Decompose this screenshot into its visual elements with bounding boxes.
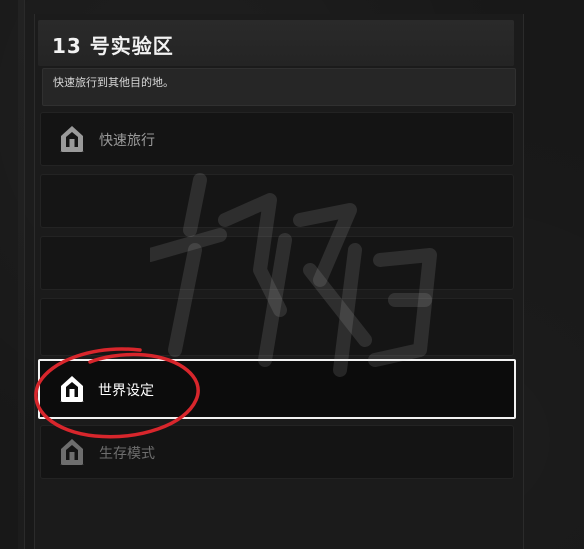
menu-item-empty: [40, 236, 514, 290]
menu-item-fast-travel[interactable]: 快速旅行: [40, 112, 514, 166]
menu-item-survival-mode[interactable]: 生存模式: [40, 425, 514, 479]
location-title: 13 号实验区: [52, 34, 174, 58]
base-tower-icon: [60, 439, 84, 465]
menu-item-label: 世界设定: [98, 383, 154, 399]
description-bar: 快速旅行到其他目的地。: [42, 68, 516, 106]
menu-item-label: 快速旅行: [99, 133, 155, 149]
description-text: 快速旅行到其他目的地。: [53, 76, 174, 89]
menu-item-label: 生存模式: [99, 446, 155, 462]
menu-item-empty: [40, 298, 514, 356]
menu-item-empty: [40, 174, 514, 228]
menu-item-world-settings[interactable]: 世界设定: [38, 359, 516, 419]
base-tower-icon: [60, 376, 84, 402]
location-header: 13 号实验区: [38, 20, 514, 66]
left-rail: [18, 0, 25, 549]
base-tower-icon: [60, 126, 84, 152]
